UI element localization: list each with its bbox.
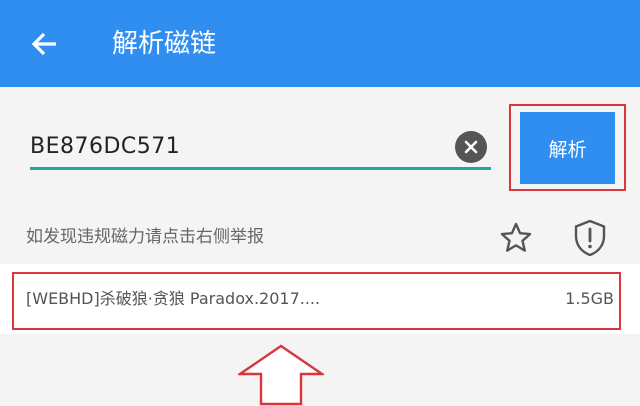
result-size: 1.5GB — [565, 289, 614, 308]
close-icon — [464, 140, 478, 154]
arrow-up-outline-icon — [238, 344, 324, 406]
favorite-button[interactable] — [497, 219, 535, 257]
star-outline-icon — [500, 222, 532, 252]
clear-input-button[interactable] — [455, 131, 487, 163]
arrow-left-icon — [31, 32, 56, 56]
page-title: 解析磁链 — [112, 29, 217, 59]
magnet-input-container — [30, 125, 491, 171]
back-button[interactable] — [22, 22, 66, 66]
report-hint: 如发现违规磁力请点击右侧举报 — [26, 227, 264, 247]
magnet-input[interactable] — [30, 125, 450, 167]
shield-alert-icon — [574, 219, 606, 257]
input-underline — [30, 167, 491, 170]
parse-button[interactable]: 解析 — [520, 112, 615, 184]
result-name: [WEBHD]杀破狼·贪狼 Paradox.2017.... — [26, 289, 321, 308]
app-bar: 解析磁链 — [0, 0, 640, 87]
report-button[interactable] — [570, 217, 610, 259]
